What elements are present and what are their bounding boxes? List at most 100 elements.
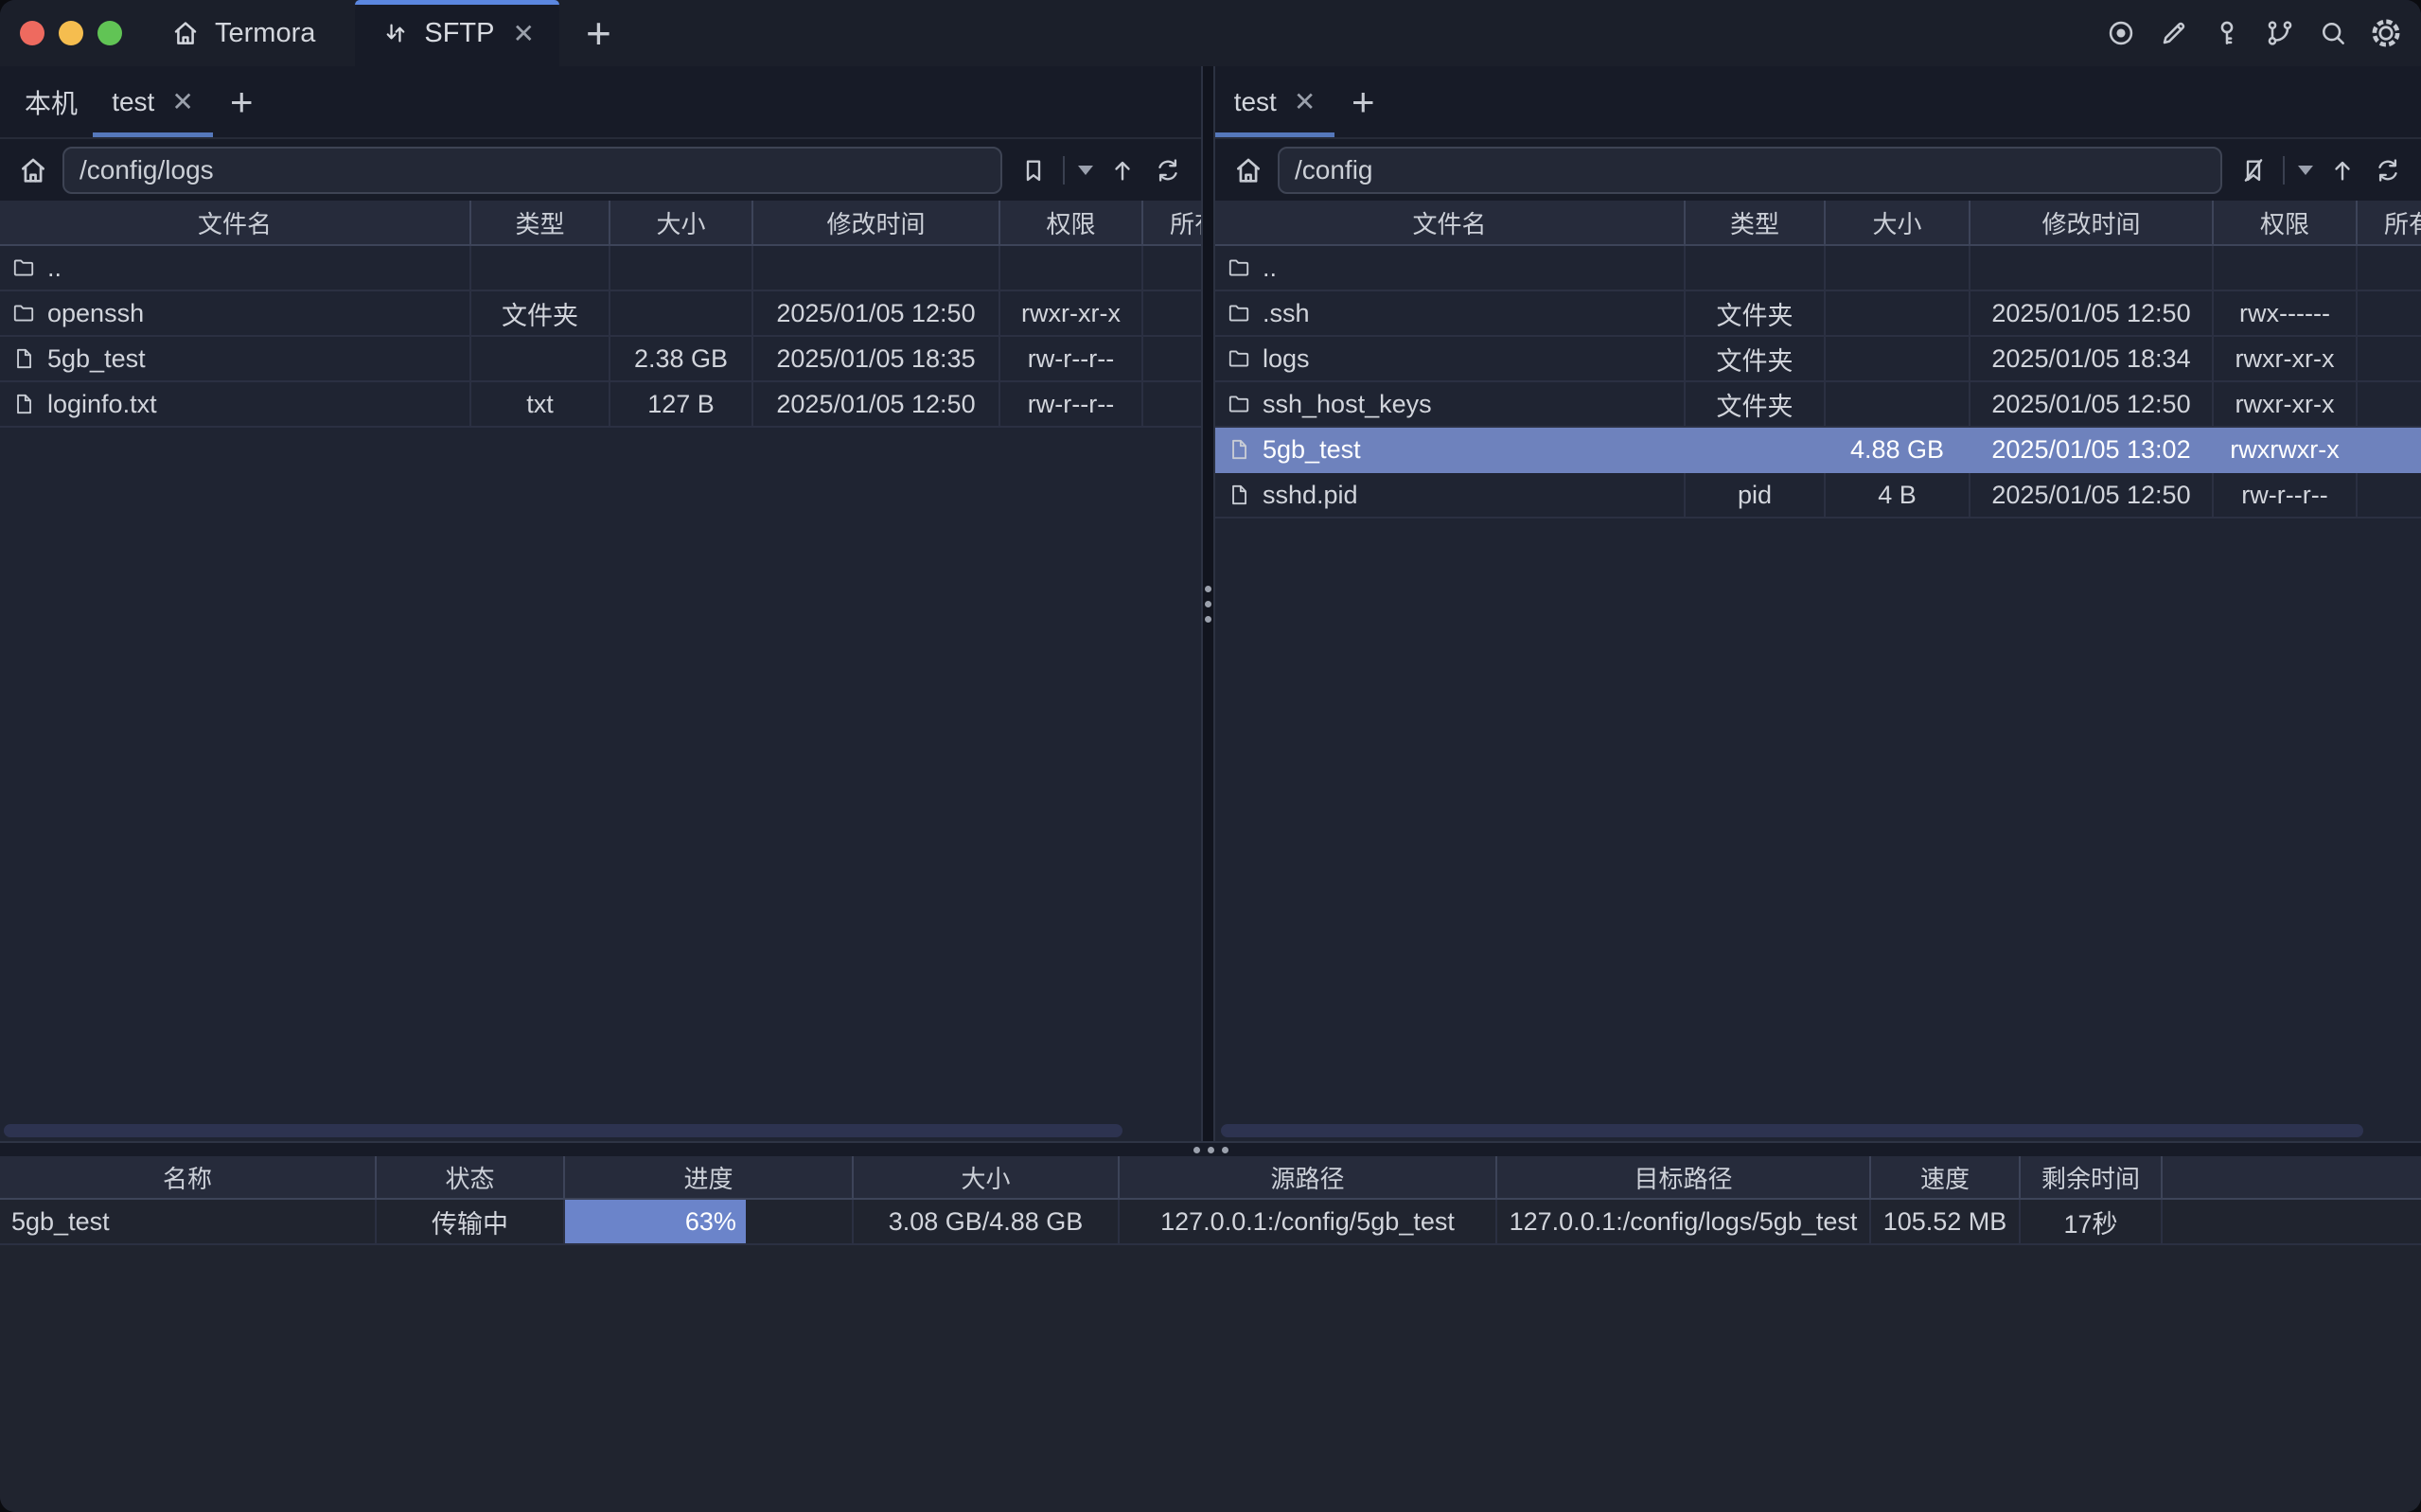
- divider: [1063, 156, 1065, 185]
- folder-icon: [11, 255, 36, 280]
- col-target[interactable]: 目标路径: [1497, 1156, 1871, 1198]
- table-row[interactable]: openssh 文件夹 2025/01/05 12:50 rwxr-xr-x: [0, 291, 1201, 337]
- file-icon: [11, 346, 36, 371]
- right-active-tab-underline: [1215, 132, 1334, 137]
- file-icon: [11, 392, 36, 416]
- horizontal-scrollbar[interactable]: [1221, 1124, 2363, 1137]
- col-owner[interactable]: 所有者: [2358, 201, 2421, 244]
- refresh-icon[interactable]: [1152, 154, 1184, 186]
- col-type[interactable]: 类型: [471, 201, 610, 244]
- col-size[interactable]: 大小: [854, 1156, 1120, 1198]
- col-perm[interactable]: 权限: [1000, 201, 1143, 244]
- left-tab-test[interactable]: test ✕: [93, 66, 213, 137]
- zoom-window-button[interactable]: [97, 21, 122, 45]
- col-mtime[interactable]: 修改时间: [753, 201, 1000, 244]
- bookmark-icon[interactable]: [1017, 154, 1050, 186]
- progress-bar: 63%: [565, 1200, 854, 1243]
- col-progress[interactable]: 进度: [565, 1156, 854, 1198]
- close-window-button[interactable]: [20, 21, 44, 45]
- close-left-tab-icon[interactable]: ✕: [171, 86, 193, 117]
- right-path-actions: [2237, 154, 2404, 186]
- col-size[interactable]: 大小: [1826, 201, 1970, 244]
- tab-termora-home[interactable]: Termora: [141, 0, 355, 66]
- table-row[interactable]: logs 文件夹 2025/01/05 18:34 rwxr-xr-x: [1215, 337, 2421, 382]
- transfer-panel: 名称 状态 进度 大小 源路径 目标路径 速度 剩余时间 5gb_test 传输…: [0, 1156, 2421, 1512]
- col-size[interactable]: 大小: [610, 201, 753, 244]
- col-source[interactable]: 源路径: [1120, 1156, 1497, 1198]
- titlebar: Termora SFTP ✕ +: [0, 0, 2421, 66]
- chevron-down-icon[interactable]: [1078, 166, 1093, 175]
- transfer-arrows-icon: [380, 17, 412, 49]
- col-remaining[interactable]: 剩余时间: [2021, 1156, 2163, 1198]
- table-row-selected[interactable]: 5gb_test 4.88 GB 2025/01/05 13:02 rwxrwx…: [1215, 428, 2421, 473]
- close-right-tab-icon[interactable]: ✕: [1294, 86, 1316, 117]
- horizontal-scrollbar[interactable]: [4, 1124, 1122, 1137]
- col-status[interactable]: 状态: [377, 1156, 565, 1198]
- up-directory-icon[interactable]: [2326, 154, 2359, 186]
- home-icon[interactable]: [17, 154, 49, 186]
- titlebar-actions: [2105, 0, 2421, 66]
- col-empty: [2163, 1156, 2421, 1198]
- right-table-header: 文件名 类型 大小 修改时间 权限 所有者: [1215, 201, 2421, 246]
- col-name[interactable]: 名称: [0, 1156, 377, 1198]
- col-filename[interactable]: 文件名: [0, 201, 471, 244]
- left-tab-local[interactable]: 本机: [9, 66, 93, 137]
- branch-icon[interactable]: [2264, 17, 2296, 49]
- transfer-table-header: 名称 状态 进度 大小 源路径 目标路径 速度 剩余时间: [0, 1156, 2421, 1200]
- edit-pencil-icon[interactable]: [2158, 17, 2190, 49]
- table-row[interactable]: ..: [1215, 246, 2421, 291]
- right-panel-tabs: test ✕ +: [1215, 66, 2421, 137]
- minimize-window-button[interactable]: [59, 21, 83, 45]
- folder-icon: [1227, 255, 1251, 280]
- left-panel-tabs: 本机 test ✕ +: [0, 66, 1201, 137]
- file-icon: [1227, 483, 1251, 507]
- right-pathbar: [1215, 137, 2421, 201]
- table-row[interactable]: ssh_host_keys 文件夹 2025/01/05 12:50 rwxr-…: [1215, 382, 2421, 428]
- left-path-input[interactable]: [62, 147, 1002, 194]
- table-row[interactable]: loginfo.txt txt 127 B 2025/01/05 12:50 r…: [0, 382, 1201, 428]
- table-row[interactable]: .ssh 文件夹 2025/01/05 12:50 rwx------: [1215, 291, 2421, 337]
- folder-icon: [1227, 301, 1251, 325]
- left-active-tab-underline: [93, 132, 213, 137]
- col-mtime[interactable]: 修改时间: [1970, 201, 2214, 244]
- home-icon: [169, 17, 202, 49]
- search-icon[interactable]: [2317, 17, 2349, 49]
- left-table-header: 文件名 类型 大小 修改时间 权限 所有者: [0, 201, 1201, 246]
- col-filename[interactable]: 文件名: [1215, 201, 1686, 244]
- record-icon[interactable]: [2105, 17, 2137, 49]
- table-row[interactable]: 5gb_test 2.38 GB 2025/01/05 18:35 rw-r--…: [0, 337, 1201, 382]
- new-tab-button[interactable]: +: [559, 0, 638, 66]
- progress-fill: 63%: [565, 1200, 746, 1243]
- refresh-icon[interactable]: [2372, 154, 2404, 186]
- home-icon[interactable]: [1232, 154, 1264, 186]
- transfer-row[interactable]: 5gb_test 传输中 63% 3.08 GB/4.88 GB 127.0.0…: [0, 1200, 2421, 1245]
- right-add-tab-button[interactable]: +: [1352, 79, 1375, 125]
- chevron-down-icon[interactable]: [2298, 166, 2313, 175]
- close-sftp-tab-icon[interactable]: ✕: [512, 18, 534, 49]
- key-icon[interactable]: [2211, 17, 2243, 49]
- left-path-actions: [1017, 154, 1184, 186]
- remote-panel: test ✕ +: [1215, 66, 2421, 1141]
- transfer-splitter[interactable]: [0, 1141, 2421, 1156]
- col-owner[interactable]: 所有者: [1143, 201, 1201, 244]
- settings-gear-icon[interactable]: [2370, 17, 2402, 49]
- col-perm[interactable]: 权限: [2214, 201, 2358, 244]
- local-panel: 本机 test ✕ +: [0, 66, 1201, 1141]
- right-path-input[interactable]: [1278, 147, 2222, 194]
- file-icon: [1227, 437, 1251, 462]
- right-tab-test[interactable]: test ✕: [1215, 66, 1334, 137]
- bookmark-slash-icon[interactable]: [2237, 154, 2270, 186]
- left-pathbar: [0, 137, 1201, 201]
- left-file-table: 文件名 类型 大小 修改时间 权限 所有者 .. openssh: [0, 201, 1201, 1141]
- termora-window: Termora SFTP ✕ +: [0, 0, 2421, 1512]
- panel-splitter[interactable]: [1201, 66, 1215, 1141]
- left-add-tab-button[interactable]: +: [230, 79, 254, 125]
- table-row[interactable]: ..: [0, 246, 1201, 291]
- up-directory-icon[interactable]: [1106, 154, 1139, 186]
- col-speed[interactable]: 速度: [1871, 1156, 2021, 1198]
- tab-sftp-active[interactable]: SFTP ✕: [355, 0, 559, 66]
- divider: [2283, 156, 2285, 185]
- col-type[interactable]: 类型: [1686, 201, 1826, 244]
- traffic-lights: [0, 0, 141, 66]
- table-row[interactable]: sshd.pid pid 4 B 2025/01/05 12:50 rw-r--…: [1215, 473, 2421, 519]
